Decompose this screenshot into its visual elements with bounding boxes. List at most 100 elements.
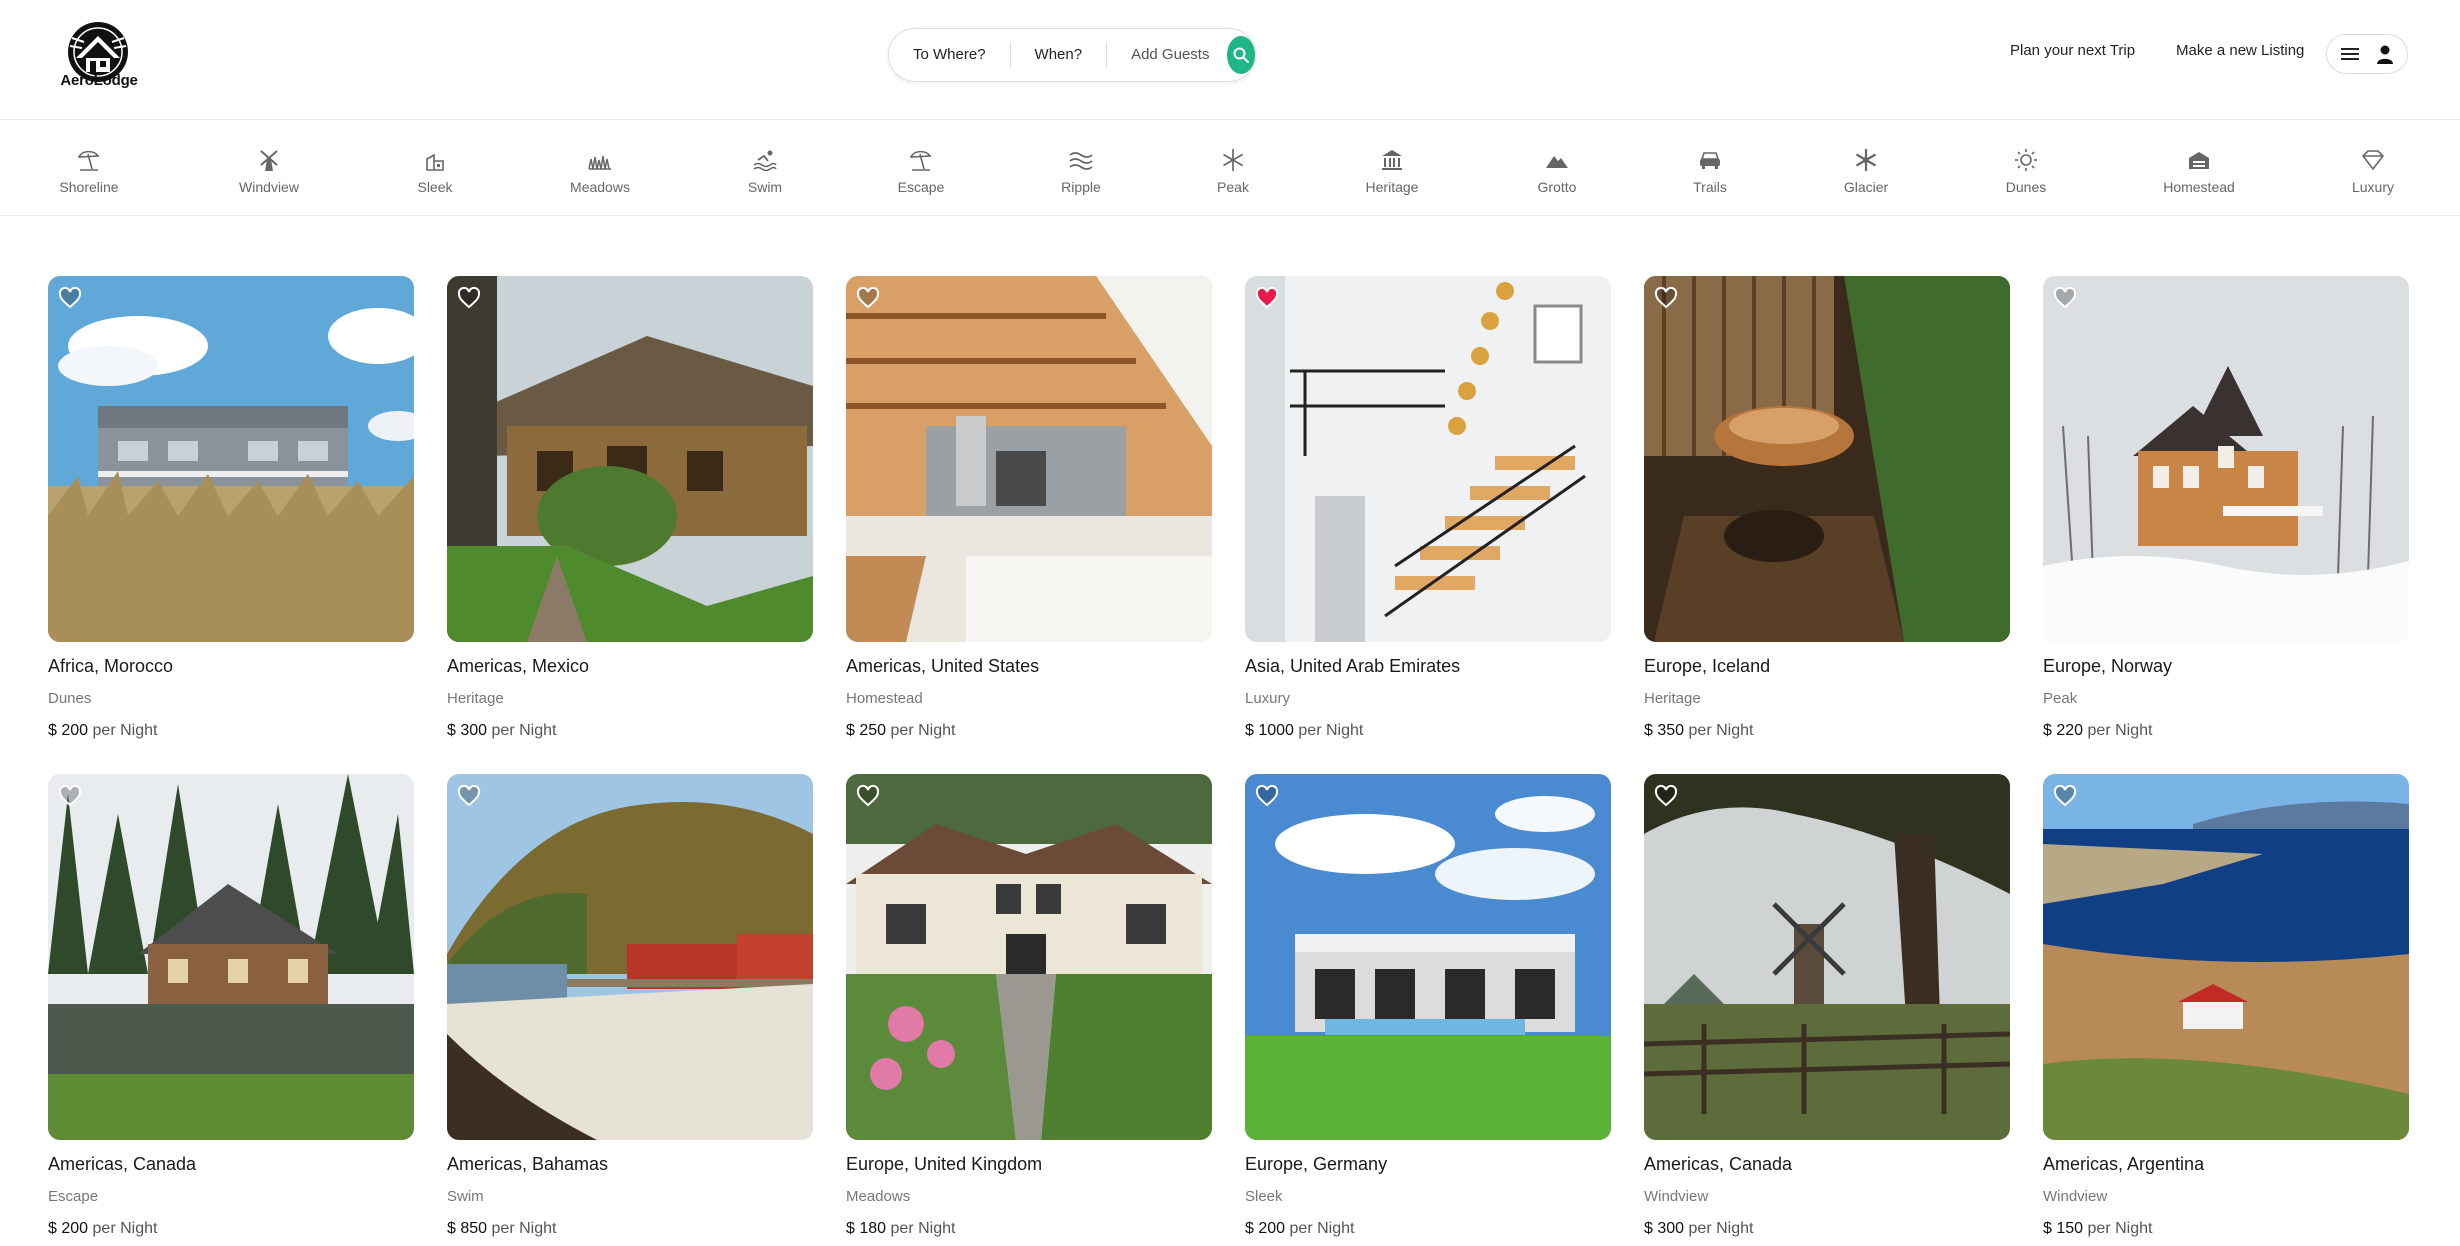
barn-icon — [2189, 152, 2209, 169]
listing-category: Heritage — [1644, 690, 1701, 707]
favorite-heart-icon[interactable] — [457, 286, 481, 310]
favorite-heart-icon[interactable] — [2053, 784, 2077, 808]
favorite-heart-icon[interactable] — [58, 286, 82, 310]
grass-icon — [588, 155, 611, 170]
listing-category: Luxury — [1245, 690, 1291, 707]
listing-photo[interactable] — [1644, 774, 2010, 1140]
guests-field[interactable]: Add Guests — [1107, 42, 1221, 68]
listing-location: Europe, Germany — [1245, 1154, 1388, 1174]
top-header: AeroLodge To Where? When? Add Guests Pla… — [0, 0, 2460, 120]
search-icon — [1233, 47, 1250, 63]
listing-location: Americas, Bahamas — [447, 1154, 609, 1174]
where-field[interactable]: To Where? — [889, 42, 1011, 68]
category-heritage[interactable]: Heritage — [1327, 147, 1457, 203]
listing-photo[interactable] — [48, 774, 414, 1140]
listing-photo[interactable] — [447, 774, 813, 1140]
snowflake-icon — [1855, 149, 1877, 171]
favorite-heart-icon[interactable] — [856, 286, 880, 310]
search-bar[interactable]: To Where? When? Add Guests — [888, 28, 1256, 82]
favorite-heart-icon[interactable] — [1255, 784, 1279, 808]
snowflake-icon — [1223, 149, 1243, 171]
listing-card[interactable]: Americas, Canada Windview $ 300 per Nigh… — [1644, 774, 2010, 1244]
category-escape[interactable]: Escape — [856, 147, 986, 203]
category-homestead[interactable]: Homestead — [2134, 147, 2264, 203]
listing-photo[interactable] — [447, 276, 813, 642]
listing-location: Europe, Norway — [2043, 656, 2173, 676]
favorite-heart-icon[interactable] — [58, 784, 82, 808]
listing-category: Sleek — [1245, 1188, 1283, 1205]
listing-category: Dunes — [48, 690, 92, 707]
category-glacier[interactable]: Glacier — [1801, 147, 1931, 203]
listing-card[interactable]: Europe, Germany Sleek $ 200 per Night — [1245, 774, 1611, 1244]
when-field[interactable]: When? — [1011, 42, 1108, 68]
listing-photo[interactable] — [2043, 276, 2409, 642]
category-ripple[interactable]: Ripple — [1016, 147, 1146, 203]
sun-icon — [2015, 149, 2037, 171]
listing-card[interactable]: Americas, Mexico Heritage $ 300 per Nigh… — [447, 276, 813, 746]
listing-card[interactable]: Europe, United Kingdom Meadows $ 180 per… — [846, 774, 1212, 1244]
new-listing-link[interactable]: Make a new Listing — [2176, 42, 2304, 59]
category-bar: Shoreline Windview Sleek Meadows Swim Es… — [0, 121, 2460, 216]
listing-card[interactable]: Asia, United Arab Emirates Luxury $ 1000… — [1245, 276, 1611, 746]
category-shoreline[interactable]: Shoreline — [24, 147, 154, 203]
listing-photo[interactable] — [48, 276, 414, 642]
listing-location: Africa, Morocco — [48, 656, 174, 676]
listing-photo[interactable] — [1245, 276, 1611, 642]
listing-location: Americas, United States — [846, 656, 1040, 676]
category-peak[interactable]: Peak — [1168, 147, 1298, 203]
plan-trip-link[interactable]: Plan your next Trip — [2010, 42, 2135, 59]
listing-category: Meadows — [846, 1188, 911, 1205]
waves-icon — [1069, 152, 1093, 170]
favorite-heart-icon[interactable] — [856, 784, 880, 808]
listing-price: $ 200 per Night — [48, 722, 158, 739]
favorite-heart-icon[interactable] — [2053, 286, 2077, 310]
listing-photo[interactable] — [846, 276, 1212, 642]
category-sleek[interactable]: Sleek — [370, 147, 500, 203]
beach-umbrella-icon — [909, 150, 932, 171]
user-icon — [2377, 45, 2393, 64]
listing-price: $ 200 per Night — [1245, 1220, 1355, 1237]
favorite-heart-icon[interactable] — [457, 784, 481, 808]
favorite-heart-icon[interactable] — [1255, 286, 1279, 310]
listing-card[interactable]: Africa, Morocco Dunes $ 200 per Night — [48, 276, 414, 746]
listing-price: $ 220 per Night — [2043, 722, 2153, 739]
windmill-icon — [260, 150, 278, 171]
listing-card[interactable]: Americas, Argentina Windview $ 150 per N… — [2043, 774, 2409, 1244]
modern-house-icon — [426, 153, 444, 171]
listing-category: Windview — [2043, 1188, 2108, 1205]
search-button[interactable] — [1227, 36, 1255, 74]
category-luxury[interactable]: Luxury — [2308, 147, 2438, 203]
listing-category: Peak — [2043, 690, 2078, 707]
listing-photo[interactable] — [2043, 774, 2409, 1140]
listing-photo[interactable] — [846, 774, 1212, 1140]
listing-price: $ 250 per Night — [846, 722, 956, 739]
listing-price: $ 200 per Night — [48, 1220, 158, 1237]
swimmer-icon — [753, 150, 777, 172]
car-icon — [1700, 152, 1720, 169]
favorite-heart-icon[interactable] — [1654, 784, 1678, 808]
category-grotto[interactable]: Grotto — [1492, 147, 1622, 203]
category-windview[interactable]: Windview — [204, 147, 334, 203]
category-trails[interactable]: Trails — [1645, 147, 1775, 203]
listing-location: Americas, Canada — [1644, 1154, 1793, 1174]
listing-card[interactable]: Americas, Bahamas Swim $ 850 per Night — [447, 774, 813, 1244]
category-dunes[interactable]: Dunes — [1961, 147, 2091, 203]
listing-price: $ 350 per Night — [1644, 722, 1754, 739]
listing-location: Europe, Iceland — [1644, 656, 1771, 676]
listing-card[interactable]: Americas, Canada Escape $ 200 per Night — [48, 774, 414, 1244]
listing-card[interactable]: Europe, Iceland Heritage $ 350 per Night — [1644, 276, 2010, 746]
listing-price: $ 1000 per Night — [1245, 722, 1364, 739]
listing-card[interactable]: Europe, Norway Peak $ 220 per Night — [2043, 276, 2409, 746]
listing-category: Swim — [447, 1188, 484, 1205]
listing-price: $ 180 per Night — [846, 1220, 956, 1237]
listing-photo[interactable] — [1644, 276, 2010, 642]
category-swim[interactable]: Swim — [700, 147, 830, 203]
avatar — [2371, 40, 2399, 68]
account-menu-button[interactable] — [2326, 34, 2408, 74]
favorite-heart-icon[interactable] — [1654, 286, 1678, 310]
listing-location: Americas, Argentina — [2043, 1154, 2205, 1174]
listing-category: Windview — [1644, 1188, 1709, 1205]
listing-card[interactable]: Americas, United States Homestead $ 250 … — [846, 276, 1212, 746]
listing-photo[interactable] — [1245, 774, 1611, 1140]
category-meadows[interactable]: Meadows — [535, 147, 665, 203]
